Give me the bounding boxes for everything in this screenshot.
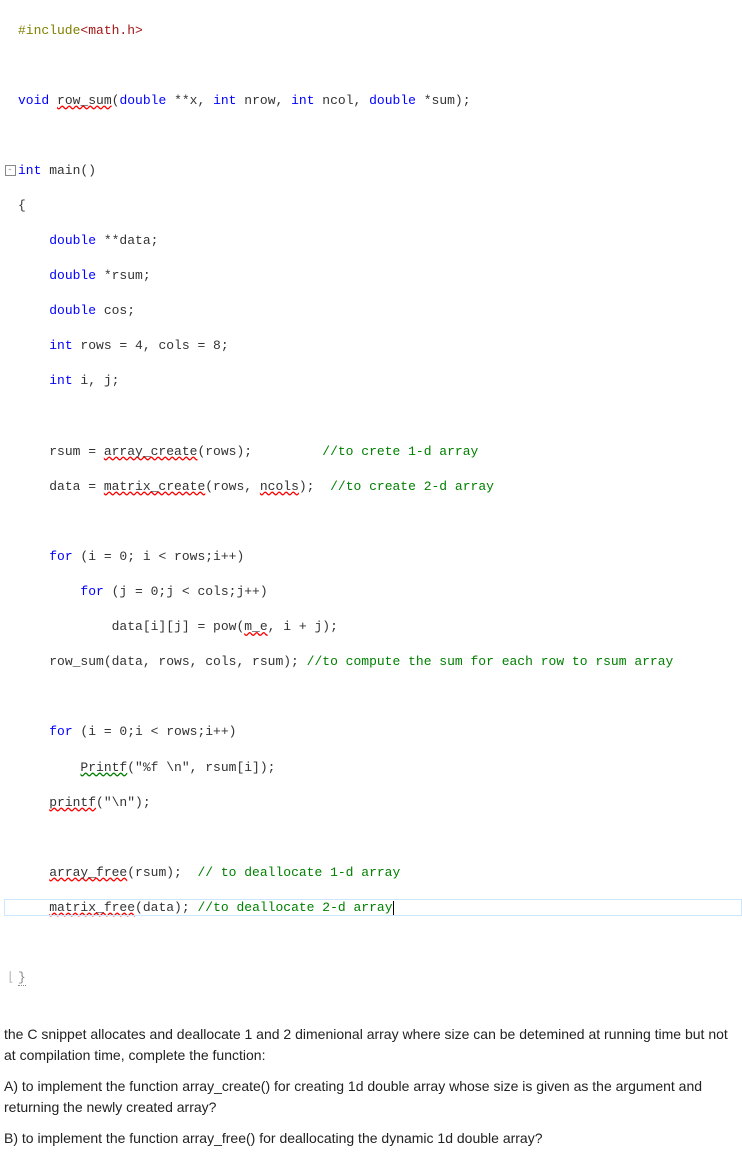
question-part-b: B) to implement the function array_free(… (4, 1128, 734, 1149)
func-row-sum: row_sum (57, 93, 112, 108)
include-file: <math.h> (80, 23, 142, 38)
preproc: #include (18, 23, 80, 38)
call-array-free: array_free (49, 865, 127, 880)
code-editor: #include<math.h> void row_sum(double **x… (0, 0, 742, 1008)
call-array-create: array_create (104, 444, 198, 459)
comment: //to compute the sum for each row to rsu… (307, 654, 674, 669)
text-caret (393, 900, 394, 915)
comment: //to deallocate 2-d array (197, 900, 392, 915)
comment: // to deallocate 1-d array (197, 865, 400, 880)
comment: //to create 2-d array (330, 479, 494, 494)
call-matrix-create: matrix_create (104, 479, 205, 494)
active-line[interactable]: matrix_free(data); //to deallocate 2-d a… (4, 899, 742, 917)
question-part-a: A) to implement the function array_creat… (4, 1076, 734, 1118)
question-text: the C snippet allocates and deallocate 1… (0, 1008, 742, 1171)
question-intro: the C snippet allocates and deallocate 1… (4, 1024, 734, 1066)
comment: //to crete 1-d array (322, 444, 478, 459)
call-matrix-free: matrix_free (49, 900, 135, 915)
fold-toggle[interactable]: - (5, 165, 16, 176)
